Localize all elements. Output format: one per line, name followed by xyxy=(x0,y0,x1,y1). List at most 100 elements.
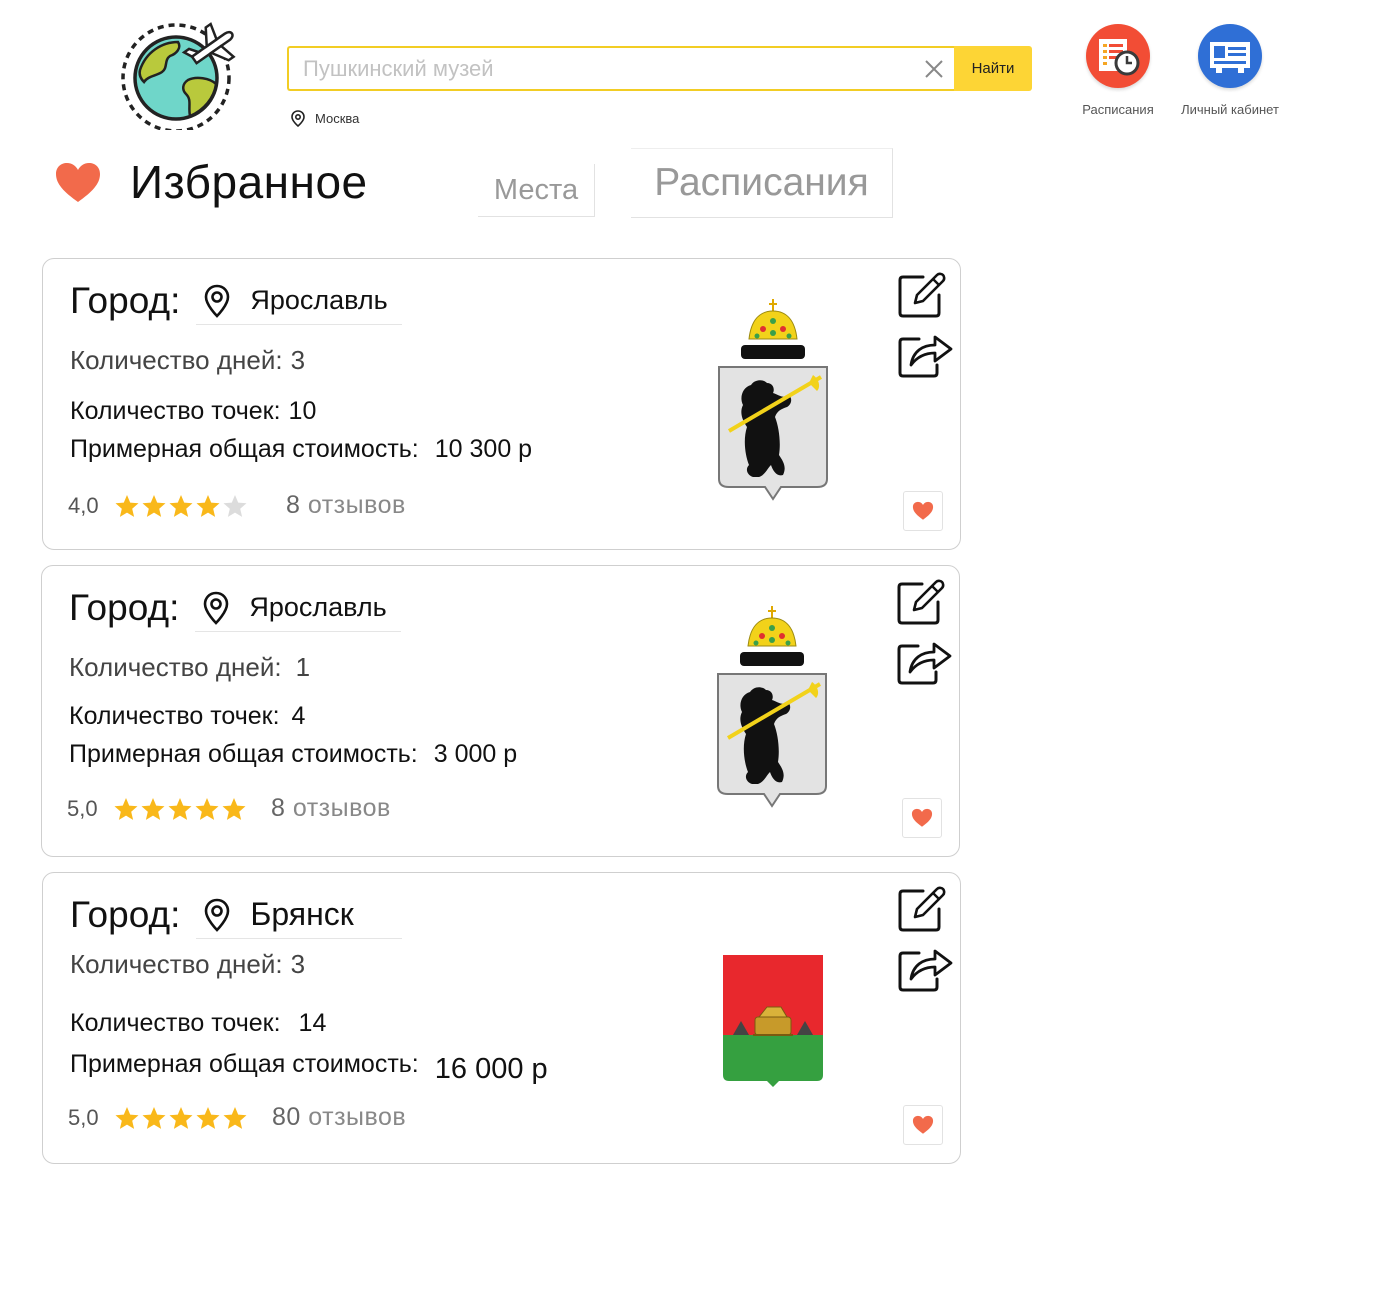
nav-schedules-label: Расписания xyxy=(1082,102,1154,117)
reviews-count: 8 xyxy=(271,794,286,822)
points-count: Количество точек: 4 xyxy=(69,702,305,731)
star-filled-icon xyxy=(114,797,138,820)
location-pin-icon xyxy=(205,284,230,318)
clear-search-button[interactable] xyxy=(914,49,954,89)
edit-button[interactable] xyxy=(897,271,947,319)
share-icon xyxy=(898,335,953,378)
star-filled-icon xyxy=(196,494,220,517)
cost-value: 16 000 р xyxy=(434,1053,548,1085)
share-button[interactable] xyxy=(897,939,955,993)
rating-row: 5,0 8 отзывов xyxy=(67,794,391,823)
points-value: 14 xyxy=(298,1009,327,1037)
travel-logo[interactable] xyxy=(118,18,242,133)
star-filled-icon xyxy=(115,1106,139,1129)
star-rating xyxy=(113,797,247,821)
star-filled-icon xyxy=(169,494,193,517)
city-label: Город: xyxy=(70,894,181,935)
favorite-route-card[interactable]: Город: Ярославль Количество дней: 1 Колич… xyxy=(41,565,960,857)
approx-cost: Примерная общая стоимость: 16 000 р xyxy=(70,1047,548,1085)
star-filled-icon xyxy=(142,494,166,517)
star-filled-icon xyxy=(168,797,192,820)
points-count: Количество точек: 14 xyxy=(70,1009,326,1038)
location-label: Москва xyxy=(315,111,360,126)
edit-button[interactable] xyxy=(896,578,946,626)
reviews-link[interactable]: 8 отзывов xyxy=(286,491,406,520)
favorite-toggle-button[interactable] xyxy=(903,491,943,531)
rating-value: 5,0 xyxy=(68,1104,99,1130)
schedules-icon xyxy=(1086,24,1150,88)
star-filled-icon xyxy=(115,494,139,517)
days-label: Количество дней: xyxy=(69,652,282,682)
city-row: Город: Ярославль xyxy=(69,584,402,632)
search-input[interactable] xyxy=(303,55,914,82)
cost-label: Примерная общая стоимость: xyxy=(70,435,419,463)
points-label: Количество точек: xyxy=(70,397,281,425)
search-bar: Найти xyxy=(287,46,1032,91)
star-filled-icon xyxy=(222,797,246,820)
days-count: Количество дней: 3 xyxy=(70,949,305,980)
star-filled-icon xyxy=(141,797,165,820)
favorite-toggle-button[interactable] xyxy=(902,798,942,838)
yaroslavl-coat-of-arms-icon xyxy=(716,606,828,813)
reviews-link[interactable]: 80 отзывов xyxy=(272,1103,406,1132)
cost-value: 3 000 р xyxy=(433,740,518,768)
days-count: Количество дней: 3 xyxy=(70,345,305,376)
search-field[interactable] xyxy=(287,46,954,91)
rating-value: 5,0 xyxy=(67,795,98,821)
rating-value: 4,0 xyxy=(68,492,99,518)
days-value: 1 xyxy=(295,652,311,682)
days-value: 3 xyxy=(290,949,306,979)
star-filled-icon xyxy=(142,1106,166,1129)
days-value: 3 xyxy=(290,345,306,375)
city-name-field[interactable]: Брянск xyxy=(196,891,403,939)
edit-icon xyxy=(897,579,945,625)
star-empty-icon xyxy=(223,494,247,517)
share-button[interactable] xyxy=(897,325,955,379)
cost-value: 10 300 р xyxy=(434,435,533,463)
star-filled-icon xyxy=(223,1106,247,1129)
city-name: Ярославль xyxy=(249,592,387,622)
share-icon xyxy=(898,949,953,992)
reviews-link[interactable]: 8 отзывов xyxy=(271,794,391,823)
days-label: Количество дней: xyxy=(70,345,283,375)
yaroslavl-coat-of-arms-icon xyxy=(717,299,829,506)
nav-personal-cabinet[interactable]: Личный кабинет xyxy=(1170,24,1290,117)
bryansk-coat-of-arms-icon xyxy=(723,955,823,1092)
city-name-field[interactable]: Ярославль xyxy=(196,277,403,325)
points-label: Количество точек: xyxy=(69,702,280,730)
points-value: 10 xyxy=(288,397,317,425)
cost-label: Примерная общая стоимость: xyxy=(70,1050,419,1078)
favorite-route-card[interactable]: Город: Брянск Количество дней: 3 Количест… xyxy=(42,872,961,1164)
heart-icon xyxy=(911,808,933,827)
city-row: Город: Ярославль xyxy=(70,277,403,325)
share-icon xyxy=(897,642,952,685)
nav-schedules[interactable]: Расписания xyxy=(1058,24,1178,117)
personal-cabinet-icon xyxy=(1198,24,1262,88)
reviews-count: 80 xyxy=(272,1103,301,1131)
approx-cost: Примерная общая стоимость: 10 300 р xyxy=(70,435,532,464)
search-button[interactable]: Найти xyxy=(954,46,1032,91)
close-icon xyxy=(925,59,943,78)
points-value: 4 xyxy=(291,702,306,730)
location-pin-icon xyxy=(205,898,230,932)
globe-plane-icon xyxy=(121,22,236,133)
city-name-field[interactable]: Ярославль xyxy=(195,584,402,632)
favorite-toggle-button[interactable] xyxy=(903,1105,943,1145)
tab-places[interactable]: Места xyxy=(478,164,595,217)
reviews-count: 8 xyxy=(286,491,301,519)
share-button[interactable] xyxy=(896,632,954,686)
approx-cost: Примерная общая стоимость: 3 000 р xyxy=(69,740,517,769)
current-location[interactable]: Москва xyxy=(291,110,359,127)
heart-icon xyxy=(912,1115,934,1134)
city-label: Город: xyxy=(70,280,181,321)
edit-icon xyxy=(898,272,946,318)
edit-button[interactable] xyxy=(897,885,947,933)
tab-schedules[interactable]: Расписания xyxy=(631,148,893,218)
location-pin-icon xyxy=(204,591,229,625)
star-rating xyxy=(114,1106,248,1130)
favorite-route-card[interactable]: Город: Ярославль Количество дней: 3 Колич… xyxy=(42,258,961,550)
days-label: Количество дней: xyxy=(70,949,283,979)
points-count: Количество точек: 10 xyxy=(70,397,316,426)
edit-icon xyxy=(898,886,946,932)
city-name: Брянск xyxy=(250,896,354,932)
